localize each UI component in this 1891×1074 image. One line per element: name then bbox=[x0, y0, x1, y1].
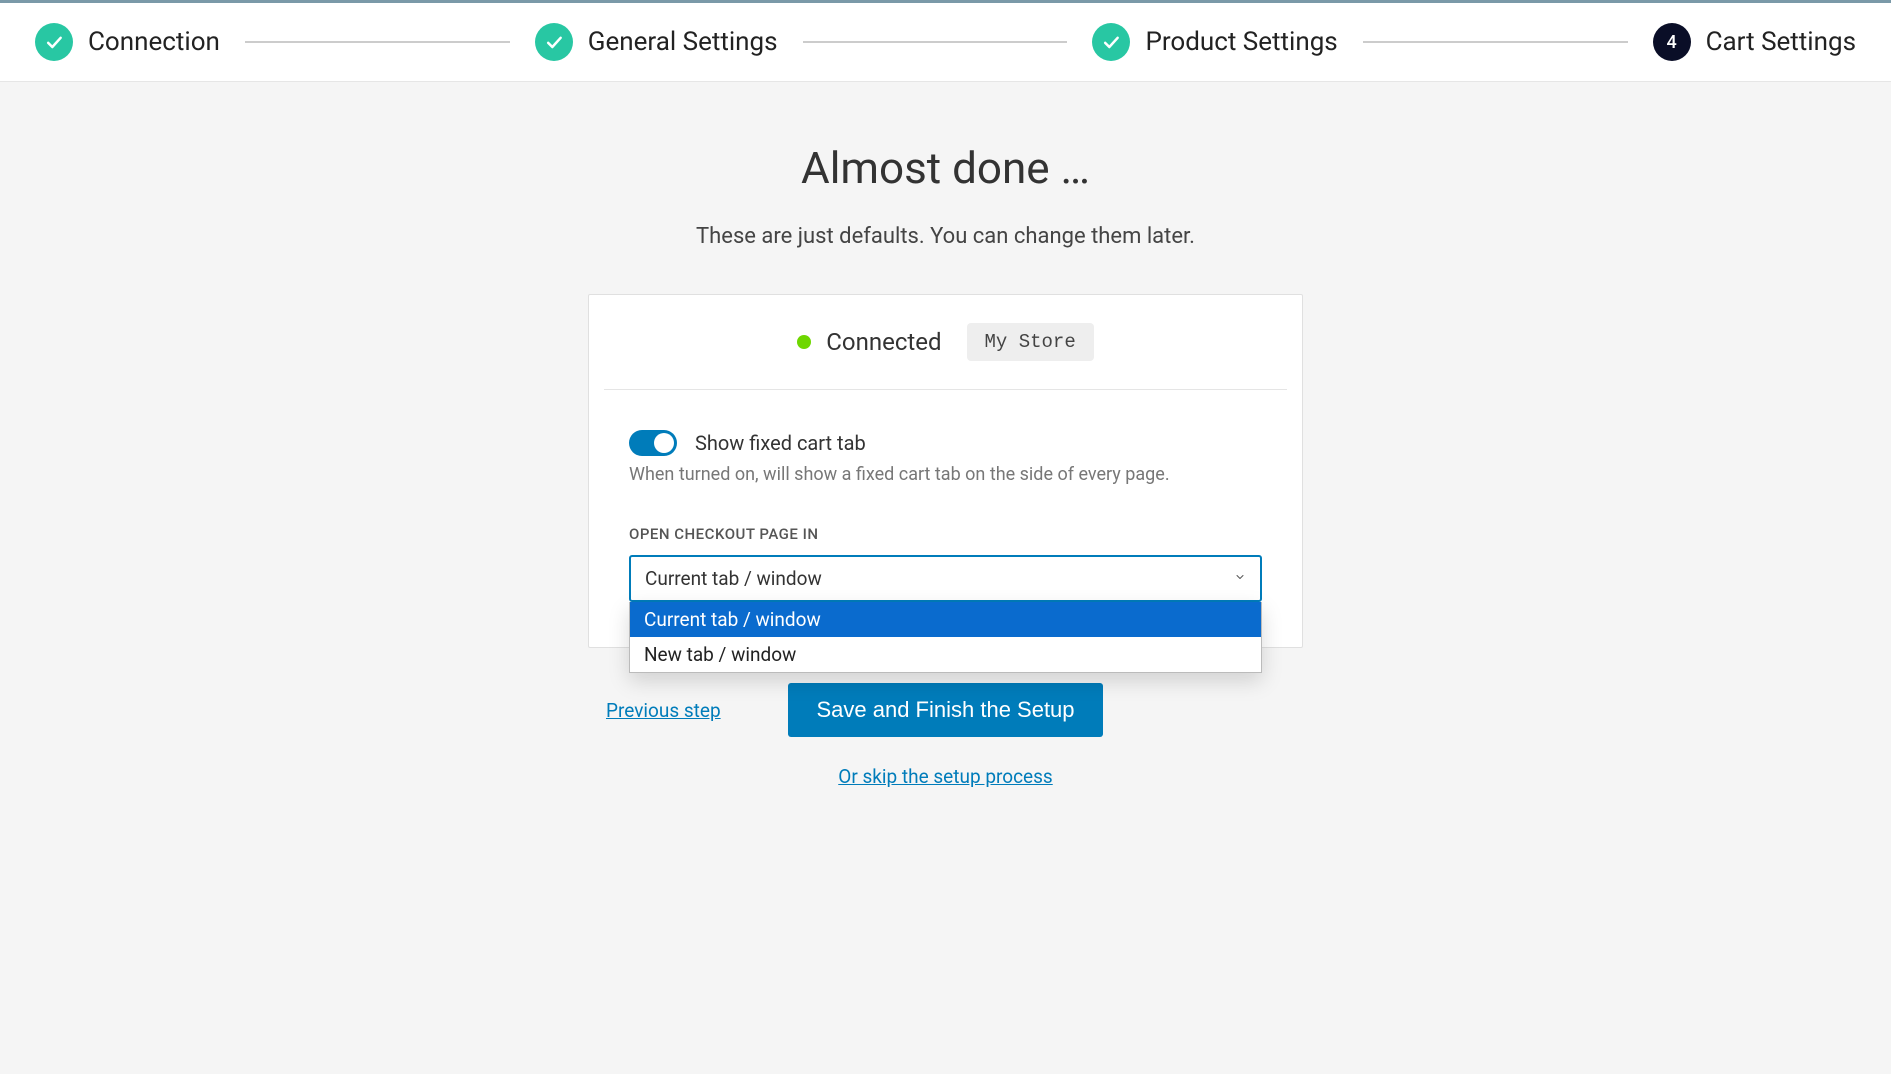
connection-status: Connected My Store bbox=[589, 295, 1302, 389]
toggle-knob bbox=[654, 433, 674, 453]
toggle-description: When turned on, will show a fixed cart t… bbox=[629, 464, 1262, 485]
page-subtitle: These are just defaults. You can change … bbox=[466, 224, 1426, 249]
status-dot-icon bbox=[797, 335, 811, 349]
step-general-settings[interactable]: General Settings bbox=[535, 23, 778, 61]
store-badge: My Store bbox=[967, 323, 1094, 361]
checkout-dropdown: Current tab / window New tab / window bbox=[629, 602, 1262, 673]
chevron-down-icon bbox=[1234, 571, 1246, 587]
skip-setup-link[interactable]: Or skip the setup process bbox=[466, 765, 1426, 788]
page-title: Almost done … bbox=[466, 142, 1426, 194]
select-value: Current tab / window bbox=[645, 567, 822, 590]
step-number-icon: 4 bbox=[1653, 23, 1691, 61]
step-connection[interactable]: Connection bbox=[35, 23, 220, 61]
check-icon bbox=[535, 23, 573, 61]
main-content: Almost done … These are just defaults. Y… bbox=[446, 82, 1446, 828]
show-fixed-cart-toggle[interactable] bbox=[629, 430, 677, 456]
previous-step-link[interactable]: Previous step bbox=[606, 699, 721, 722]
status-text: Connected bbox=[826, 328, 941, 356]
step-product-settings[interactable]: Product Settings bbox=[1092, 23, 1337, 61]
checkout-field-label: OPEN CHECKOUT PAGE IN bbox=[629, 525, 1262, 543]
toggle-label: Show fixed cart tab bbox=[695, 431, 866, 455]
step-label: Product Settings bbox=[1145, 27, 1337, 57]
check-icon bbox=[1092, 23, 1130, 61]
dropdown-option-current-tab[interactable]: Current tab / window bbox=[630, 602, 1261, 637]
actions-row: Previous step Save and Finish the Setup bbox=[588, 683, 1303, 737]
step-cart-settings[interactable]: 4 Cart Settings bbox=[1653, 23, 1856, 61]
save-finish-button[interactable]: Save and Finish the Setup bbox=[788, 683, 1102, 737]
connector bbox=[1363, 41, 1628, 43]
stepper: Connection General Settings Product Sett… bbox=[0, 3, 1891, 82]
step-label: General Settings bbox=[588, 27, 778, 57]
dropdown-option-new-tab[interactable]: New tab / window bbox=[630, 637, 1261, 672]
toggle-row: Show fixed cart tab bbox=[629, 430, 1262, 456]
checkout-select-wrap: Current tab / window Current tab / windo… bbox=[629, 555, 1262, 602]
step-label: Cart Settings bbox=[1706, 27, 1856, 57]
check-icon bbox=[35, 23, 73, 61]
connector bbox=[245, 41, 510, 43]
settings-card: Connected My Store Show fixed cart tab W… bbox=[588, 294, 1303, 648]
step-label: Connection bbox=[88, 27, 220, 57]
connector bbox=[803, 41, 1068, 43]
checkout-select[interactable]: Current tab / window bbox=[629, 555, 1262, 602]
